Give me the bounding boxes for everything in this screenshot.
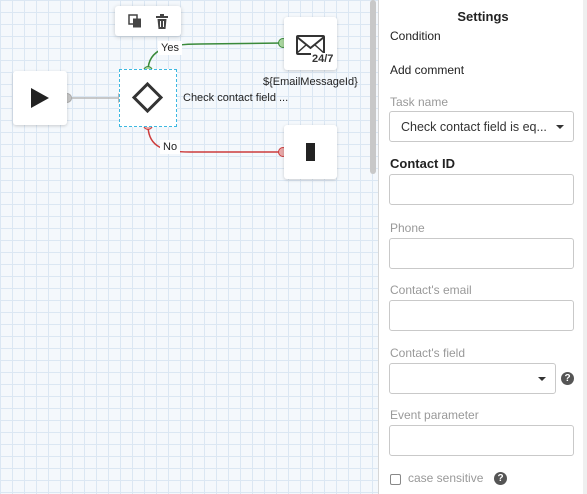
contact-id-label: Contact ID xyxy=(390,156,455,171)
copy-button[interactable] xyxy=(126,12,144,30)
help-icon[interactable]: ? xyxy=(561,372,574,385)
start-node[interactable] xyxy=(13,71,67,125)
contact-email-label: Contact's email xyxy=(390,283,472,297)
contact-id-input[interactable] xyxy=(389,174,574,205)
email-badge: 24/7 xyxy=(311,53,335,65)
end-node[interactable] xyxy=(284,125,337,179)
no-label: No xyxy=(160,140,181,154)
canvas-scrollbar[interactable] xyxy=(370,0,376,174)
play-icon xyxy=(31,88,49,108)
event-parameter-input[interactable] xyxy=(389,425,574,456)
copy-icon xyxy=(127,14,141,28)
panel-title: Settings xyxy=(457,9,509,24)
yes-label: Yes xyxy=(158,41,182,55)
add-comment-link[interactable]: Add comment xyxy=(390,63,464,77)
event-parameter-label: Event parameter xyxy=(390,408,479,422)
condition-caption: Check contact field ... xyxy=(183,92,289,104)
task-name-value: Check contact field is eq... xyxy=(401,119,547,134)
task-name-label: Task name xyxy=(390,95,449,109)
email-node[interactable]: 24/7 xyxy=(284,17,337,70)
trash-icon xyxy=(155,13,168,29)
phone-label: Phone xyxy=(390,221,425,235)
phone-input[interactable] xyxy=(389,238,574,269)
task-name-select[interactable]: Check contact field is eq... xyxy=(389,111,574,142)
contact-field-select[interactable] xyxy=(389,363,556,394)
case-sensitive-label: case sensitive xyxy=(408,471,484,485)
case-sensitive-checkbox[interactable] xyxy=(390,474,401,485)
diamond-icon xyxy=(131,81,164,114)
chevron-down-icon xyxy=(538,377,546,381)
element-toolbar xyxy=(115,6,181,36)
help-icon[interactable]: ? xyxy=(494,472,507,485)
delete-button[interactable] xyxy=(153,12,171,30)
panel-scrollbar[interactable] xyxy=(583,0,587,494)
settings-panel: Settings Condition Add comment Task name… xyxy=(379,0,587,494)
end-icon xyxy=(306,143,315,161)
condition-node[interactable] xyxy=(119,69,177,127)
condition-label: Condition xyxy=(390,29,441,43)
email-caption: ${EmailMessageId} xyxy=(263,76,358,88)
workflow-canvas[interactable]: Check contact field ... 24/7 ${EmailMess… xyxy=(0,0,378,494)
contact-field-label: Contact's field xyxy=(390,346,465,360)
contact-email-input[interactable] xyxy=(389,300,574,331)
chevron-down-icon xyxy=(556,125,564,129)
